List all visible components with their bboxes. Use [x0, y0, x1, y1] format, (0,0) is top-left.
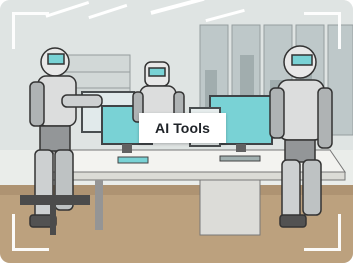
frame-corner-top-right: [304, 12, 341, 49]
frame-corner-bottom-left: [12, 214, 49, 251]
tool-category-card[interactable]: AI Tools: [0, 0, 353, 263]
frame-corner-bottom-right: [304, 214, 341, 251]
frame-corner-top-left: [12, 12, 49, 49]
category-label[interactable]: AI Tools: [139, 113, 226, 143]
